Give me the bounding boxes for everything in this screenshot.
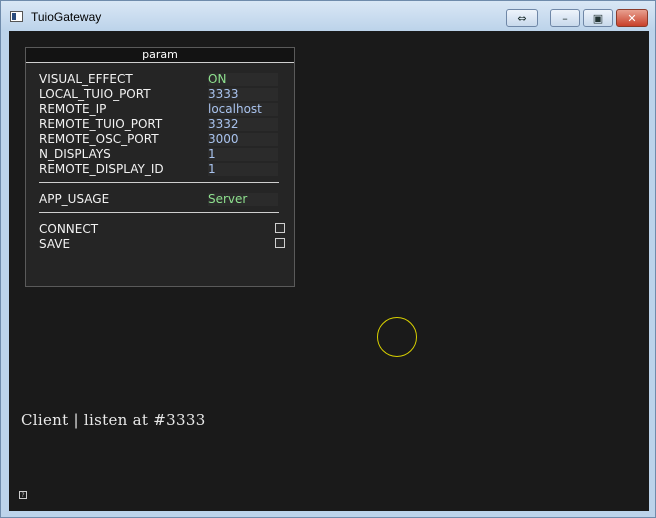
resize-arrows-button[interactable]: ⇔: [506, 9, 538, 27]
param-value[interactable]: 3333: [208, 88, 278, 101]
save-checkbox[interactable]: [275, 238, 285, 248]
separator: [39, 182, 279, 183]
param-panel: param VISUAL_EFFECT ON LOCAL_TUIO_PORT 3…: [25, 47, 295, 287]
param-label: REMOTE_IP: [39, 102, 107, 116]
param-label: REMOTE_OSC_PORT: [39, 132, 159, 146]
separator: [39, 212, 279, 213]
param-row-remote-display-id[interactable]: REMOTE_DISPLAY_ID 1: [39, 162, 279, 177]
param-value[interactable]: 1: [208, 163, 278, 176]
close-button[interactable]: ✕: [616, 9, 648, 27]
param-label: LOCAL_TUIO_PORT: [39, 87, 151, 101]
param-label: N_DISPLAYS: [39, 147, 111, 161]
param-row-remote-tuio-port[interactable]: REMOTE_TUIO_PORT 3332: [39, 117, 279, 132]
canvas[interactable]: param VISUAL_EFFECT ON LOCAL_TUIO_PORT 3…: [9, 31, 649, 511]
title-bar[interactable]: TuioGateway ⇔ – ▣ ✕: [1, 1, 655, 31]
param-row-n-displays[interactable]: N_DISPLAYS 1: [39, 147, 279, 162]
status-text: Client | listen at #3333: [21, 411, 206, 429]
param-value[interactable]: ON: [208, 73, 278, 86]
toggle-label: CONNECT: [39, 222, 99, 236]
param-row-app-usage[interactable]: APP_USAGE Server: [39, 192, 279, 207]
toggle-row-connect[interactable]: CONNECT: [39, 222, 285, 237]
app-icon: [10, 11, 23, 22]
minimize-button[interactable]: –: [550, 9, 580, 27]
param-value[interactable]: 1: [208, 148, 278, 161]
window-title: TuioGateway: [31, 10, 102, 24]
panel-title[interactable]: param: [26, 48, 294, 63]
app-window: TuioGateway ⇔ – ▣ ✕ param VISUAL_EFFECT …: [0, 0, 656, 518]
connect-checkbox[interactable]: [275, 223, 285, 233]
param-row-remote-osc-port[interactable]: REMOTE_OSC_PORT 3000: [39, 132, 279, 147]
param-label: REMOTE_DISPLAY_ID: [39, 162, 164, 176]
param-label: VISUAL_EFFECT: [39, 72, 133, 86]
param-row-local-tuio-port[interactable]: LOCAL_TUIO_PORT 3333: [39, 87, 279, 102]
param-value[interactable]: 3332: [208, 118, 278, 131]
toggle-label: SAVE: [39, 237, 71, 251]
help-icon[interactable]: ?: [19, 491, 27, 499]
param-label: APP_USAGE: [39, 192, 110, 206]
param-row-visual-effect[interactable]: VISUAL_EFFECT ON: [39, 72, 279, 87]
param-value[interactable]: 3000: [208, 133, 278, 146]
param-row-remote-ip[interactable]: REMOTE_IP localhost: [39, 102, 279, 117]
maximize-button[interactable]: ▣: [583, 9, 613, 27]
toggle-row-save[interactable]: SAVE: [39, 237, 285, 252]
app-usage-select[interactable]: Server: [208, 193, 278, 206]
param-label: REMOTE_TUIO_PORT: [39, 117, 163, 131]
cursor-circle: [377, 317, 417, 357]
param-value[interactable]: localhost: [208, 103, 278, 116]
